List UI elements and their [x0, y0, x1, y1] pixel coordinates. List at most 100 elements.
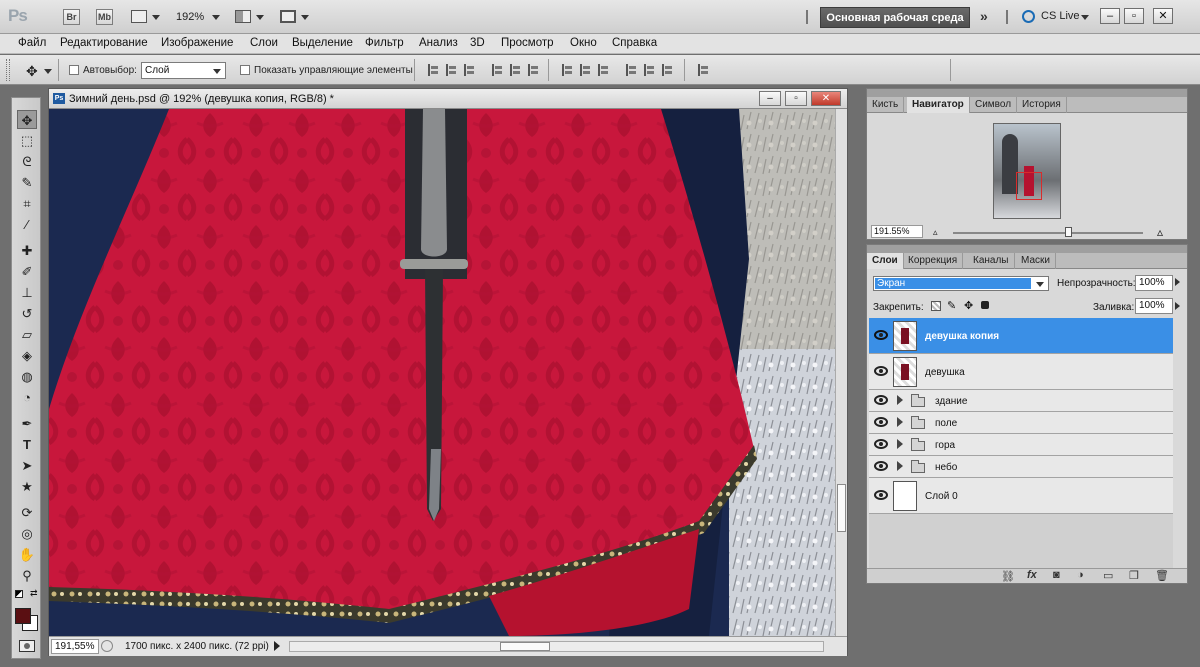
auto-align-layers-icon[interactable]	[698, 64, 710, 76]
vertical-scrollbar[interactable]	[835, 109, 847, 636]
distribute-vertical-centers-icon[interactable]	[580, 64, 592, 76]
eye-icon[interactable]	[874, 330, 888, 340]
screen-mode-icon[interactable]	[280, 10, 296, 23]
blur-tool-icon[interactable]: ◍	[17, 367, 37, 386]
layer-row-devushka-kopiya[interactable]: девушка копия	[869, 318, 1173, 354]
navigator-zoom-slider[interactable]	[953, 227, 1143, 237]
3d-orbit-tool-icon[interactable]: ◎	[17, 524, 37, 543]
layer-row-devushka[interactable]: девушка	[869, 354, 1173, 390]
navigator-zoom-field[interactable]: 191.55%	[871, 225, 923, 238]
horizontal-scrollbar[interactable]	[289, 641, 824, 652]
chevron-down-icon[interactable]	[301, 15, 309, 20]
bridge-button[interactable]: Br	[63, 9, 80, 25]
chevron-down-icon[interactable]	[1081, 15, 1089, 20]
layer-row-sloy-0[interactable]: Слой 0	[869, 478, 1173, 514]
extras-icon[interactable]	[131, 10, 147, 23]
tab-character[interactable]: Символ	[970, 97, 1018, 113]
auto-select-checkbox[interactable]	[69, 65, 79, 75]
hand-tool-icon[interactable]: ✋	[17, 545, 37, 564]
expand-group-icon[interactable]	[897, 395, 903, 405]
chevron-down-icon[interactable]	[44, 69, 52, 74]
eye-icon[interactable]	[874, 417, 888, 427]
layer-group-gora[interactable]: гора	[869, 434, 1173, 456]
marquee-tool-icon[interactable]: ⬚	[17, 131, 37, 150]
distribute-left-icon[interactable]	[626, 64, 638, 76]
distribute-horizontal-centers-icon[interactable]	[644, 64, 656, 76]
expand-group-icon[interactable]	[897, 461, 903, 471]
delete-layer-icon[interactable]: 🗑	[1155, 569, 1169, 582]
align-vertical-centers-icon[interactable]	[446, 64, 458, 76]
tab-masks[interactable]: Маски	[1016, 253, 1056, 269]
pen-tool-icon[interactable]: ✒	[17, 414, 37, 433]
menu-view[interactable]: Просмотр	[501, 37, 554, 49]
align-bottom-icon[interactable]	[464, 64, 476, 76]
document-title-bar[interactable]: Ps Зимний день.psd @ 192% (девушка копия…	[49, 89, 847, 109]
swap-colors-icon[interactable]: ⇄	[30, 588, 38, 599]
distribute-bottom-icon[interactable]	[598, 64, 610, 76]
menu-help[interactable]: Справка	[612, 37, 657, 49]
auto-select-dropdown[interactable]: Слой	[141, 62, 226, 79]
arrange-documents-icon[interactable]	[235, 10, 251, 23]
path-selection-tool-icon[interactable]: ➤	[17, 456, 37, 475]
document-close-button[interactable]: ✕	[811, 91, 841, 106]
align-left-icon[interactable]	[492, 64, 504, 76]
navigator-view-box[interactable]	[1016, 172, 1042, 200]
scrollbar-thumb[interactable]	[500, 642, 550, 651]
3d-rotate-tool-icon[interactable]: ⟳	[17, 503, 37, 522]
tab-navigator[interactable]: Навигатор	[907, 97, 970, 113]
brush-tool-icon[interactable]: ✐	[17, 262, 37, 281]
new-layer-icon[interactable]: ❐	[1129, 569, 1139, 582]
slider-handle[interactable]	[1065, 227, 1072, 237]
navigator-preview[interactable]	[993, 123, 1061, 219]
lasso-tool-icon[interactable]: ᘓ	[17, 152, 37, 171]
tab-adjustments[interactable]: Коррекция	[903, 253, 964, 269]
lock-position-icon[interactable]: ✥	[964, 299, 973, 312]
tab-layers[interactable]: Слои	[867, 253, 904, 269]
more-workspaces-icon[interactable]: »	[980, 8, 988, 24]
lock-pixels-icon[interactable]: ✎	[947, 299, 956, 312]
zoom-level-dropdown[interactable]: 192%	[176, 11, 204, 23]
layer-group-pole[interactable]: поле	[869, 412, 1173, 434]
cs-live-menu[interactable]: CS Live	[1041, 10, 1080, 22]
minimize-window-button[interactable]: –	[1100, 8, 1120, 24]
document-restore-button[interactable]: ▫	[785, 91, 807, 106]
workspace-switcher-button[interactable]: Основная рабочая среда	[820, 7, 970, 28]
show-transform-controls-checkbox[interactable]	[240, 65, 250, 75]
menu-select[interactable]: Выделение	[292, 37, 353, 49]
close-window-button[interactable]: ✕	[1153, 8, 1173, 24]
type-tool-icon[interactable]: T	[17, 435, 37, 454]
eyedropper-tool-icon[interactable]: ⁄	[17, 215, 37, 234]
expand-group-icon[interactable]	[897, 439, 903, 449]
eye-icon[interactable]	[874, 366, 888, 376]
fill-slider-arrow-icon[interactable]	[1175, 302, 1180, 310]
distribute-top-icon[interactable]	[562, 64, 574, 76]
link-layers-icon[interactable]: ⛓	[1001, 570, 1015, 583]
document-minimize-button[interactable]: –	[759, 91, 781, 106]
align-top-icon[interactable]	[428, 64, 440, 76]
chevron-down-icon[interactable]	[152, 15, 160, 20]
zoom-in-icon[interactable]: ▵	[1157, 225, 1163, 239]
status-info-icon[interactable]	[101, 640, 113, 652]
clone-stamp-tool-icon[interactable]: ⊥	[17, 283, 37, 302]
zoom-tool-icon[interactable]: ⚲	[17, 566, 37, 585]
opacity-field[interactable]: 100%	[1135, 275, 1173, 291]
lock-all-icon[interactable]	[981, 301, 989, 309]
menu-image[interactable]: Изображение	[161, 37, 233, 49]
expand-group-icon[interactable]	[897, 417, 903, 427]
blend-mode-dropdown[interactable]: Экран	[873, 276, 1049, 291]
align-right-icon[interactable]	[528, 64, 540, 76]
adjustment-layer-icon[interactable]: ◑	[1077, 569, 1084, 581]
menu-analysis[interactable]: Анализ	[419, 37, 458, 49]
maximize-window-button[interactable]: ▫	[1124, 8, 1144, 24]
lock-transparency-icon[interactable]	[931, 301, 941, 311]
status-menu-arrow-icon[interactable]	[274, 641, 280, 651]
crop-tool-icon[interactable]: ⌗	[17, 194, 37, 213]
layer-group-nebo[interactable]: небо	[869, 456, 1173, 478]
scrollbar-thumb[interactable]	[837, 484, 846, 532]
paint-bucket-tool-icon[interactable]: ◈	[17, 346, 37, 365]
default-colors-icon[interactable]	[15, 590, 23, 598]
options-grip[interactable]	[6, 59, 10, 81]
chevron-down-icon[interactable]	[212, 15, 220, 20]
zoom-out-icon[interactable]: ▵	[933, 227, 938, 238]
mini-bridge-button[interactable]: Mb	[96, 9, 113, 25]
